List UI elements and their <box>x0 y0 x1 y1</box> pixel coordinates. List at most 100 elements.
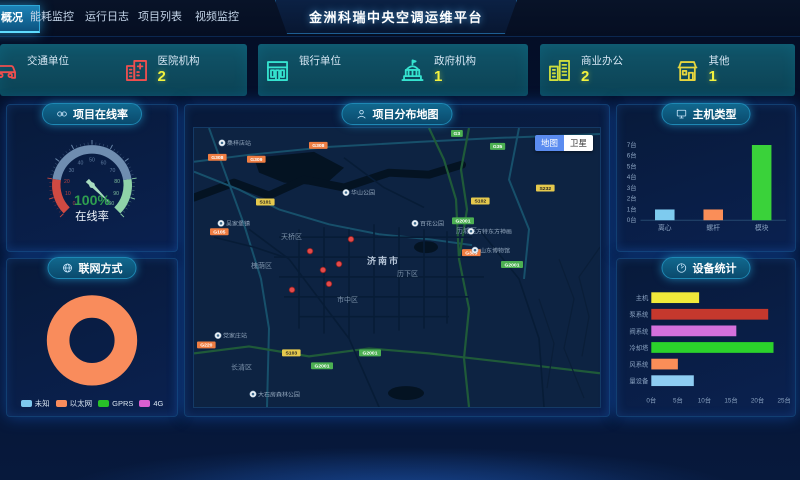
stat-item: 交通单位 <box>0 44 117 96</box>
office-icon <box>546 57 573 84</box>
bar-泵系统 <box>651 309 768 320</box>
bar-主机 <box>651 292 699 303</box>
svg-text:百花公园: 百花公园 <box>420 220 444 228</box>
project-dot[interactable] <box>320 267 326 273</box>
svg-text:G3: G3 <box>454 131 461 137</box>
nav-tab-4[interactable]: 项目列表 <box>136 5 184 30</box>
svg-text:G2001: G2001 <box>456 219 471 225</box>
svg-text:2台: 2台 <box>627 194 637 203</box>
project-dot[interactable] <box>336 261 342 267</box>
satellite-mode-button[interactable]: 卫星 <box>564 135 593 151</box>
legend-item[interactable]: 未知 <box>21 398 50 409</box>
stat-label: 其他 <box>709 55 730 68</box>
road-badge: G220 <box>197 341 216 348</box>
svg-text:阀系统: 阀系统 <box>629 326 649 335</box>
stat-label: 银行单位 <box>299 55 341 68</box>
bar-风系统 <box>651 359 678 370</box>
svg-text:G309: G309 <box>250 157 262 163</box>
legend-label: 以太网 <box>70 398 93 409</box>
bank-icon <box>264 57 291 84</box>
stat-label: 交通单位 <box>27 55 69 68</box>
project-dot[interactable] <box>307 248 313 254</box>
legend-item[interactable]: 4G <box>139 399 163 408</box>
dashboard: 概况能耗监控运行日志项目列表视频监控 金洲科瑞中央空调运维平台 交通单位 医院机构… <box>0 0 800 480</box>
svg-text:40: 40 <box>78 160 84 166</box>
svg-text:5台: 5台 <box>627 161 637 170</box>
legend-label: GPRS <box>112 399 133 408</box>
bar-模块 <box>752 145 772 220</box>
stat-item: 政府机构1 <box>393 44 528 96</box>
road-badge: G3 <box>451 130 463 137</box>
monitor-icon <box>676 108 688 120</box>
svg-text:7台: 7台 <box>627 140 637 149</box>
place-marker: 百花公园 <box>412 220 444 228</box>
road-badge: G2001 <box>452 217 474 224</box>
panel-online-rate: 项目在线率 0102030405060708090100100%在线率 <box>6 104 178 252</box>
legend-item[interactable]: GPRS <box>98 399 133 408</box>
svg-text:1台: 1台 <box>627 204 637 213</box>
road-badge: S103 <box>282 349 301 356</box>
legend-item[interactable]: 以太网 <box>56 398 93 409</box>
svg-text:30: 30 <box>69 168 75 174</box>
stat-value <box>299 68 341 85</box>
svg-text:G105: G105 <box>213 230 225 236</box>
place-marker: 党家庄站 <box>215 332 247 340</box>
bar-离心 <box>655 209 675 220</box>
svg-text:G220: G220 <box>200 343 212 349</box>
panel-host-type-title: 主机类型 <box>693 106 737 122</box>
svg-text:山东博物馆: 山东博物馆 <box>480 246 510 254</box>
person-pin-icon <box>356 108 368 120</box>
legend-label: 未知 <box>35 398 50 409</box>
stat-value: 2 <box>581 68 623 85</box>
district-label: 历下区 <box>397 270 418 278</box>
road-badge: G2001 <box>311 362 333 369</box>
place-marker: 大石房森林公园 <box>250 390 300 398</box>
map-mode-button[interactable]: 地图 <box>535 135 564 151</box>
stat-item: 医院机构2 <box>117 44 248 96</box>
project-dot[interactable] <box>289 287 295 293</box>
stat-text: 商业办公2 <box>581 55 623 85</box>
svg-text:80: 80 <box>114 179 120 185</box>
svg-text:0台: 0台 <box>646 396 656 405</box>
stat-label: 商业办公 <box>581 55 623 68</box>
panel-device-stats: 设备统计 主机泵系统阀系统冷却塔风系统量设备0台5台10台15台20台25台 <box>616 258 796 417</box>
legend-swatch <box>21 400 32 407</box>
top-nav: 概况能耗监控运行日志项目列表视频监控 金洲科瑞中央空调运维平台 <box>0 0 800 37</box>
panel-device-stats-title: 设备统计 <box>693 260 737 276</box>
bar-阀系统 <box>651 326 736 337</box>
svg-text:25台: 25台 <box>777 396 790 405</box>
project-map[interactable]: 济南市天桥区历城区槐荫区市中区历下区长清区G308G309G308G105G30… <box>193 127 601 408</box>
stat-card: 银行单位 政府机构1 <box>258 44 528 96</box>
nav-tab-5[interactable]: 视频监控 <box>193 5 241 30</box>
panel-online-rate-title: 项目在线率 <box>73 106 128 122</box>
svg-text:离心: 离心 <box>658 223 672 232</box>
map-svg[interactable]: 济南市天桥区历城区槐荫区市中区历下区长清区G308G309G308G105G30… <box>194 128 600 407</box>
road-badge: G35 <box>490 143 505 150</box>
stat-text: 交通单位 <box>27 55 69 85</box>
svg-text:10: 10 <box>65 191 71 197</box>
road-badge: G2001 <box>359 349 381 356</box>
legend-label: 4G <box>153 399 163 408</box>
network-legend: 未知 以太网 GPRS 4G <box>12 398 172 409</box>
bottom-glow <box>0 420 800 480</box>
network-donut-chart: 未知 以太网 GPRS 4G <box>12 282 172 411</box>
project-dot[interactable] <box>326 281 332 287</box>
svg-text:15台: 15台 <box>724 396 737 405</box>
svg-text:50: 50 <box>89 158 95 164</box>
svg-text:S101: S101 <box>259 200 271 206</box>
panel-network-type-title: 联网方式 <box>79 260 123 276</box>
device-stats-bar-chart: 主机泵系统阀系统冷却塔风系统量设备0台5台10台15台20台25台 <box>622 282 790 411</box>
stat-card: 交通单位 医院机构2 <box>0 44 247 96</box>
host-type-bar-chart: 0台1台2台3台4台5台6台7台离心螺杆模块 <box>622 128 790 246</box>
svg-text:G2001: G2001 <box>505 262 520 268</box>
nav-tab-2[interactable]: 能耗监控 <box>28 5 76 30</box>
nav-tab-3[interactable]: 运行日志 <box>83 5 131 30</box>
road-badge: G308 <box>208 154 227 161</box>
project-dot[interactable] <box>348 236 354 242</box>
svg-text:0台: 0台 <box>627 215 637 224</box>
donut-slice[interactable] <box>58 307 126 375</box>
car-icon <box>0 57 19 84</box>
svg-text:桑梓店站: 桑梓店站 <box>227 139 251 147</box>
svg-text:党家庄站: 党家庄站 <box>223 332 247 340</box>
district-label: 市中区 <box>337 295 358 304</box>
